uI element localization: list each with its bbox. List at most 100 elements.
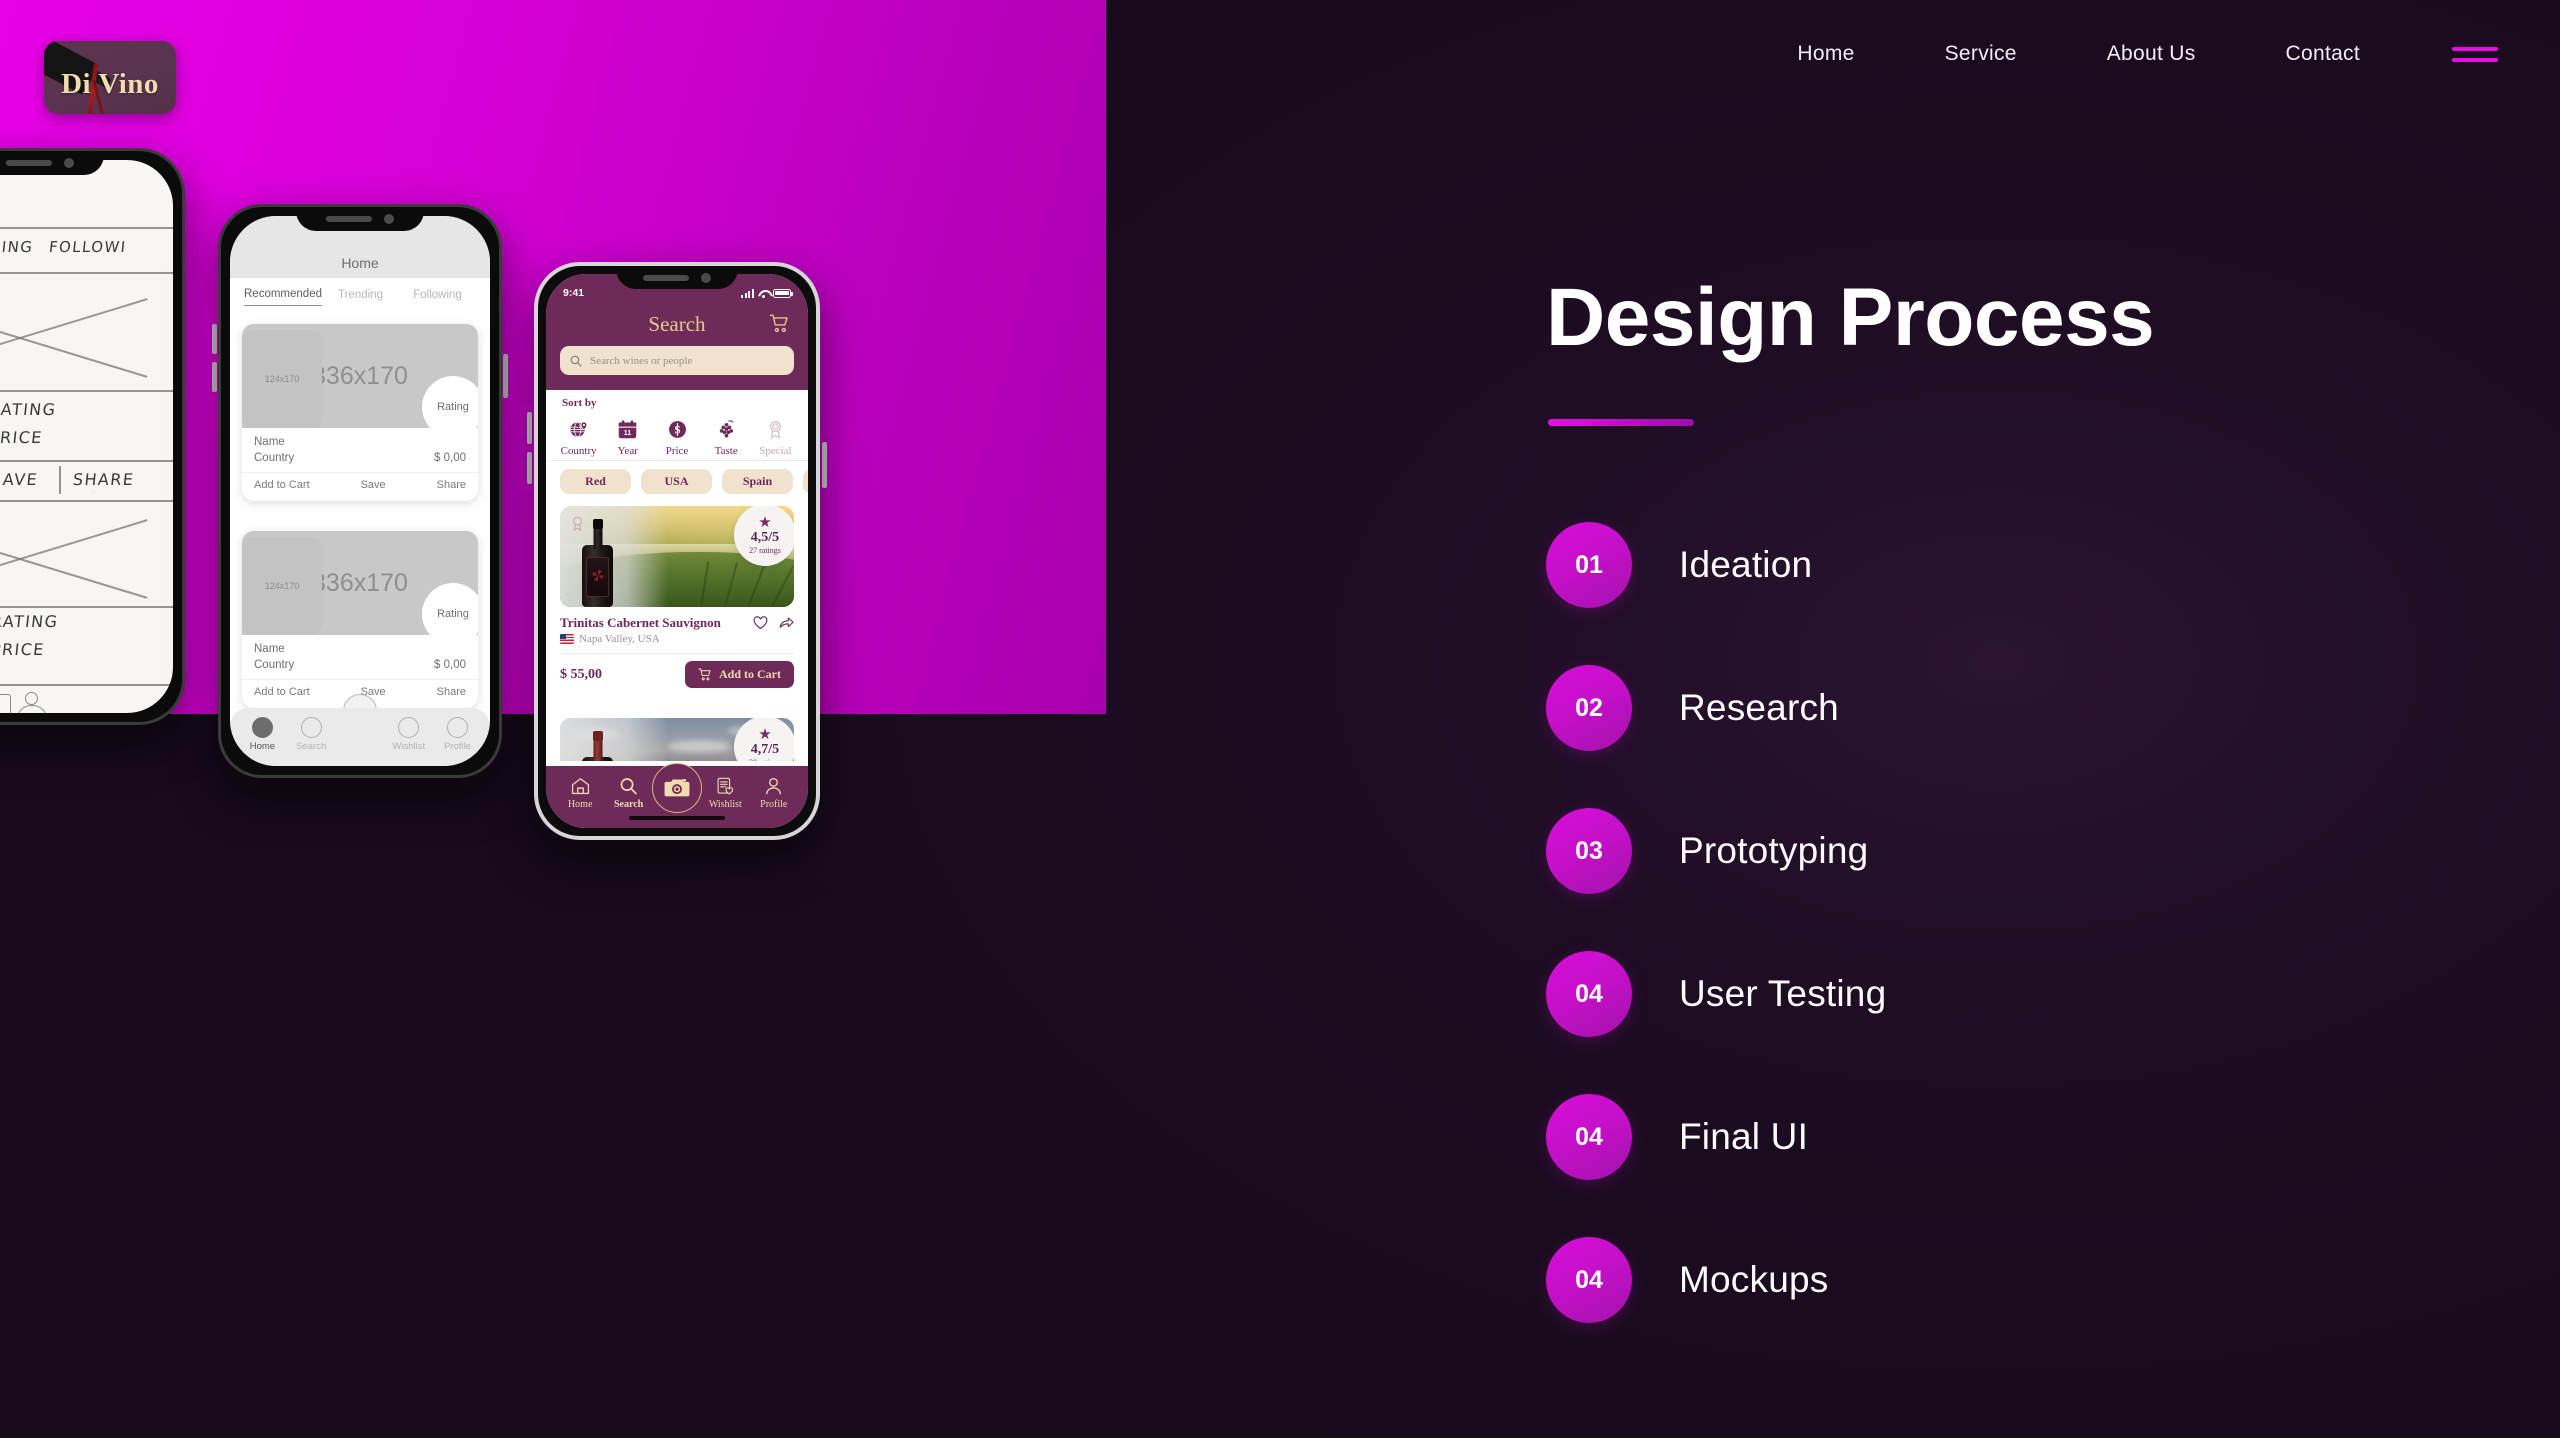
design-process-section: Design Process 01 Ideation 02 Research 0… (1546, 0, 2560, 1438)
wireframe-nav-wishlist[interactable]: Wishlist (386, 716, 432, 752)
svg-text:11: 11 (624, 429, 632, 437)
wireframe-thumb-size-label: 124x170 (264, 581, 300, 591)
wine-result-card[interactable]: ★ 4,5/5 27 ratings Trinitas Cabernet Sau… (560, 506, 794, 688)
wireframe-header-title: Home (341, 255, 379, 271)
sort-by-label: Sort by (562, 397, 597, 409)
filter-chip-red[interactable]: Red (560, 469, 631, 494)
wireframe-thumb-placeholder: 124x170 (242, 330, 322, 428)
wireframe-image-size-label: 336x170 (312, 361, 408, 390)
filter-country[interactable]: Country (554, 416, 603, 457)
search-input[interactable]: Search wines or people (560, 346, 794, 375)
hifi-nav-label: Profile (760, 799, 788, 810)
wireframe-nav-search[interactable]: Search (288, 716, 334, 752)
wireframe-tab-bar: Recommended Trending Following (230, 278, 490, 316)
wine-region: Napa Valley, USA (560, 633, 794, 645)
wireframe-tab-following[interactable]: Following (399, 289, 476, 306)
wireframe-tab-recommended[interactable]: Recommended (244, 288, 322, 306)
wireframe-nav-home[interactable]: Home (239, 716, 285, 752)
phone-volume-down-button[interactable] (212, 362, 217, 392)
wireframe-product-name: Name (254, 643, 285, 655)
step-label: Final UI (1679, 1116, 1809, 1157)
wireframe-add-to-cart-button[interactable]: Add to Cart (254, 479, 310, 491)
wireframe-phone-mockup: Home Recommended Trending Following 336x… (212, 204, 508, 778)
hifi-nav-profile[interactable]: Profile (750, 775, 798, 810)
rating-badge: ★ 4,5/5 27 ratings (734, 506, 794, 566)
phone-power-button[interactable] (822, 442, 827, 488)
phone-volume-up-button[interactable] (212, 324, 217, 354)
step-number-badge: 04 (1546, 951, 1632, 1037)
phone-volume-up-button[interactable] (527, 412, 532, 444)
profile-icon (447, 716, 469, 738)
camera-button[interactable] (652, 763, 702, 813)
wireframe-bottom-nav: Home Search Wishlist Profile (230, 708, 490, 766)
cellular-bars-icon (741, 288, 754, 298)
filter-taste[interactable]: Taste (702, 416, 751, 457)
sketch-price-label: PRICE (0, 428, 44, 447)
sketch-bookmark-icon[interactable] (0, 694, 11, 713)
title-underline (1548, 419, 1694, 426)
sketch-image-placeholder (0, 288, 153, 386)
wireframe-tab-trending[interactable]: Trending (322, 289, 399, 306)
wireframe-share-button[interactable]: Share (437, 686, 466, 698)
sketch-rating-label-2: RATING (0, 612, 60, 631)
home-icon (251, 716, 273, 738)
phone-notch (296, 207, 424, 231)
brand-name: Di Vino (61, 68, 159, 100)
sketch-action-share[interactable]: SHARE (72, 470, 135, 489)
phone-notch (0, 151, 104, 175)
wireframe-save-button[interactable]: Save (361, 479, 386, 491)
shopping-cart-icon[interactable] (769, 314, 790, 338)
sketch-tab-following[interactable]: FOLLOWI (48, 238, 127, 256)
process-step-prototyping[interactable]: 03 Prototyping (1546, 808, 2560, 894)
phone-volume-down-button[interactable] (527, 452, 532, 484)
process-step-research[interactable]: 02 Research (1546, 665, 2560, 751)
page-title: Design Process (1546, 272, 2155, 363)
hifi-nav-search[interactable]: Search (605, 775, 653, 810)
star-icon: ★ (758, 514, 772, 531)
share-arrow-icon[interactable] (779, 616, 794, 630)
sketch-tab-trending[interactable]: TRENDING (0, 238, 34, 256)
filter-chip-year[interactable]: 20 (803, 469, 808, 494)
process-step-user-testing[interactable]: 04 User Testing (1546, 951, 2560, 1037)
add-to-cart-button[interactable]: Add to Cart (685, 661, 794, 688)
filter-chip-spain[interactable]: Spain (722, 469, 793, 494)
rating-count: 27 ratings (749, 546, 781, 555)
step-label: Ideation (1679, 544, 1813, 585)
sketch-phone-mockup: HOME ED TRENDING FOLLOWI RATING PRICE CA… (0, 148, 185, 725)
wine-photo: ★ 4,5/5 27 ratings (560, 506, 794, 607)
filter-price[interactable]: S Price (652, 416, 701, 457)
phone-power-button[interactable] (503, 354, 508, 398)
wireframe-product-card[interactable]: 336x170 124x170 Rating Name Country $ 0,… (242, 531, 478, 708)
sketch-action-save[interactable]: SAVE (0, 470, 39, 489)
brand-logo[interactable]: Di Vino (44, 41, 176, 114)
hifi-nav-home[interactable]: Home (556, 775, 604, 810)
wireframe-product-card[interactable]: 336x170 124x170 Rating Name Country $ 0,… (242, 324, 478, 501)
search-icon (605, 775, 653, 797)
filter-special[interactable]: Special (751, 416, 800, 457)
wireframe-share-button[interactable]: Share (437, 479, 466, 491)
hifi-nav-label: Search (613, 799, 644, 810)
filter-chip-usa[interactable]: USA (641, 469, 712, 494)
rating-value: 4,7/5 (750, 742, 780, 757)
wireframe-add-to-cart-button[interactable]: Add to Cart (254, 686, 310, 698)
sketch-person-icon[interactable] (25, 692, 38, 705)
process-step-final-ui[interactable]: 04 Final UI (1546, 1094, 2560, 1180)
process-step-list: 01 Ideation 02 Research 03 Prototyping 0… (1546, 522, 2560, 1380)
wine-bottle-image (582, 519, 613, 607)
shopping-cart-icon (698, 668, 711, 681)
wireframe-nav-profile[interactable]: Profile (435, 716, 481, 752)
process-step-ideation[interactable]: 01 Ideation (1546, 522, 2560, 608)
wifi-icon (758, 289, 769, 298)
wireframe-product-country: Country (254, 659, 295, 671)
process-step-mockups[interactable]: 04 Mockups (1546, 1237, 2560, 1323)
wireframe-image-size-label: 336x170 (312, 568, 408, 597)
heart-icon[interactable] (753, 616, 768, 630)
wireframe-rating-bubble: Rating (422, 583, 478, 645)
filter-year[interactable]: 11 Year (603, 416, 652, 457)
wine-name: Trinitas Cabernet Sauvignon (560, 615, 721, 630)
wireframe-product-price: $ 0,00 (434, 452, 466, 464)
wireframe-nav-label: Profile (444, 740, 472, 752)
hifi-phone-mockup: 9:41 Search Search wines or people Sort … (527, 262, 827, 840)
hifi-nav-wishlist[interactable]: Wishlist (701, 775, 749, 810)
status-time: 9:41 (563, 287, 585, 299)
